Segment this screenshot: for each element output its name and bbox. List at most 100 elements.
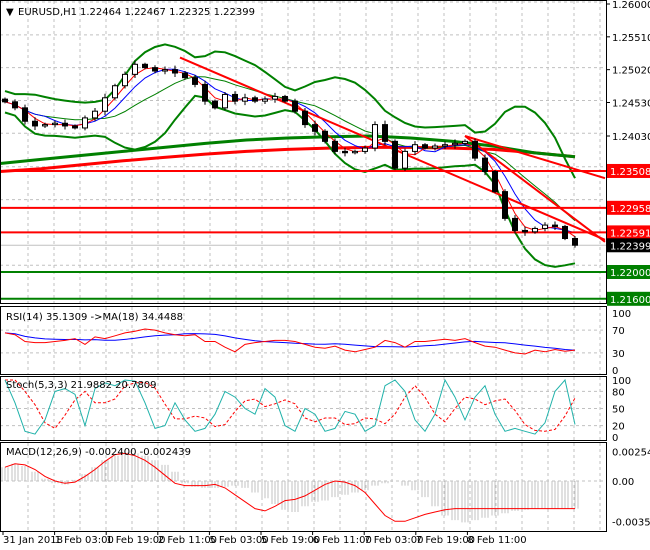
price-tick-label: 1.25510 (612, 33, 650, 44)
candle (102, 97, 108, 112)
price-panel[interactable] (0, 43, 606, 300)
candle (482, 157, 488, 173)
candle (272, 95, 278, 100)
time-tick-label: 8 Feb 11:00 (467, 535, 526, 546)
rsi-tick-label: 100 (612, 309, 631, 320)
candle (392, 140, 398, 169)
candle (542, 224, 548, 229)
stoch-tick-label: 50 (612, 405, 625, 416)
candle (282, 95, 288, 102)
candle (122, 73, 128, 87)
candle (432, 145, 438, 149)
candle (462, 140, 468, 144)
candle (192, 77, 198, 85)
candle (572, 238, 578, 246)
candle (212, 100, 218, 109)
candle (202, 83, 208, 102)
candle (12, 101, 18, 109)
candle (422, 144, 428, 149)
rsi-panel[interactable] (0, 328, 606, 355)
level-label: 1.22591 (610, 228, 650, 239)
stoch-tick-label: 20 (612, 422, 625, 433)
candle (32, 120, 38, 127)
candle (152, 67, 158, 72)
candle (132, 63, 138, 75)
rsi-tick-label: 30 (612, 349, 625, 360)
macd-panel[interactable] (0, 452, 606, 523)
candle (92, 110, 98, 119)
candle (2, 98, 8, 103)
candle (562, 225, 568, 240)
rsi-line (4, 328, 576, 355)
price-tick-label: 1.25020 (612, 66, 650, 77)
candle (292, 100, 298, 112)
time-tick-label: 1 Feb 19:00 (106, 535, 165, 546)
candle (492, 171, 498, 193)
dropdown-arrow-icon[interactable]: ▼ (6, 7, 14, 18)
level-label: 1.23508 (610, 167, 650, 178)
candle (52, 122, 58, 126)
chart-canvas[interactable]: 1.23508 1.22958 1.22591 1.22000 1.21600 1.223… (0, 0, 650, 550)
candle (72, 125, 78, 129)
ohlc-label: 1.22464 1.22467 1.22325 1.22399 (80, 7, 255, 18)
candle (332, 140, 338, 152)
candle (512, 217, 518, 231)
candle (242, 97, 248, 102)
price-tick-label: 1.24030 (612, 132, 650, 143)
candle (82, 117, 88, 129)
candle (412, 144, 418, 152)
macd-tick-label: 0.00 (612, 477, 634, 488)
candle (342, 150, 348, 154)
candle (162, 69, 168, 72)
macd-signal-line (4, 452, 575, 522)
candle (262, 98, 268, 102)
candle (472, 140, 478, 159)
time-tick-label: 5 Feb 03:00 (209, 535, 268, 546)
candle (372, 124, 378, 149)
time-tick-label: 6 Feb 11:00 (313, 535, 372, 546)
candle (182, 72, 188, 79)
candle (402, 150, 408, 169)
rsi-tick-label: 70 (612, 326, 625, 337)
candle (172, 69, 178, 74)
candle (142, 63, 148, 69)
candle (232, 93, 238, 102)
price-tick-label: 1.24530 (612, 98, 650, 109)
candle (362, 147, 368, 152)
rsi-ma-line (4, 332, 576, 351)
level-label: 1.22958 (610, 204, 650, 215)
candle (312, 124, 318, 132)
time-tick-label: 2 Feb 11:00 (158, 535, 217, 546)
candle (252, 97, 258, 102)
stoch-title: Stoch(5,3,3) 21.9882 20.7809 (6, 380, 157, 391)
candle (452, 142, 458, 146)
candle (222, 93, 228, 109)
time-tick-label: 1 Feb 03:00 (55, 535, 114, 546)
time-tick-label: 5 Feb 19:00 (261, 535, 320, 546)
candle (552, 224, 558, 227)
candle (302, 110, 308, 126)
macd-tick-label: -0.003543 (612, 518, 650, 529)
price-tick-label: 1.26000 (612, 0, 650, 11)
macd-tick-label: 0.002544 (612, 448, 650, 459)
candle (22, 107, 28, 122)
candle (502, 191, 508, 219)
candle (442, 144, 448, 147)
candle (382, 124, 388, 142)
stoch-tick-label: 0 (612, 433, 618, 444)
time-tick-label: 7 Feb 19:00 (416, 535, 475, 546)
candle (522, 229, 528, 233)
stoch-tick-label: 100 (612, 376, 631, 387)
time-tick-label: 7 Feb 03:00 (364, 535, 423, 546)
candle (352, 150, 358, 154)
stoch-tick-label: 80 (612, 387, 625, 398)
candle (112, 85, 118, 99)
candle (42, 124, 48, 127)
level-label: 1.22000 (610, 268, 650, 279)
level-label: 1.21600 (610, 295, 650, 306)
candle (532, 227, 538, 233)
macd-title: MACD(12,26,9) -0.002400 -0.002439 (6, 447, 191, 458)
symbol-label: EURUSD,H1 (18, 7, 77, 18)
ma-red-line (4, 67, 576, 238)
candle (62, 122, 68, 127)
